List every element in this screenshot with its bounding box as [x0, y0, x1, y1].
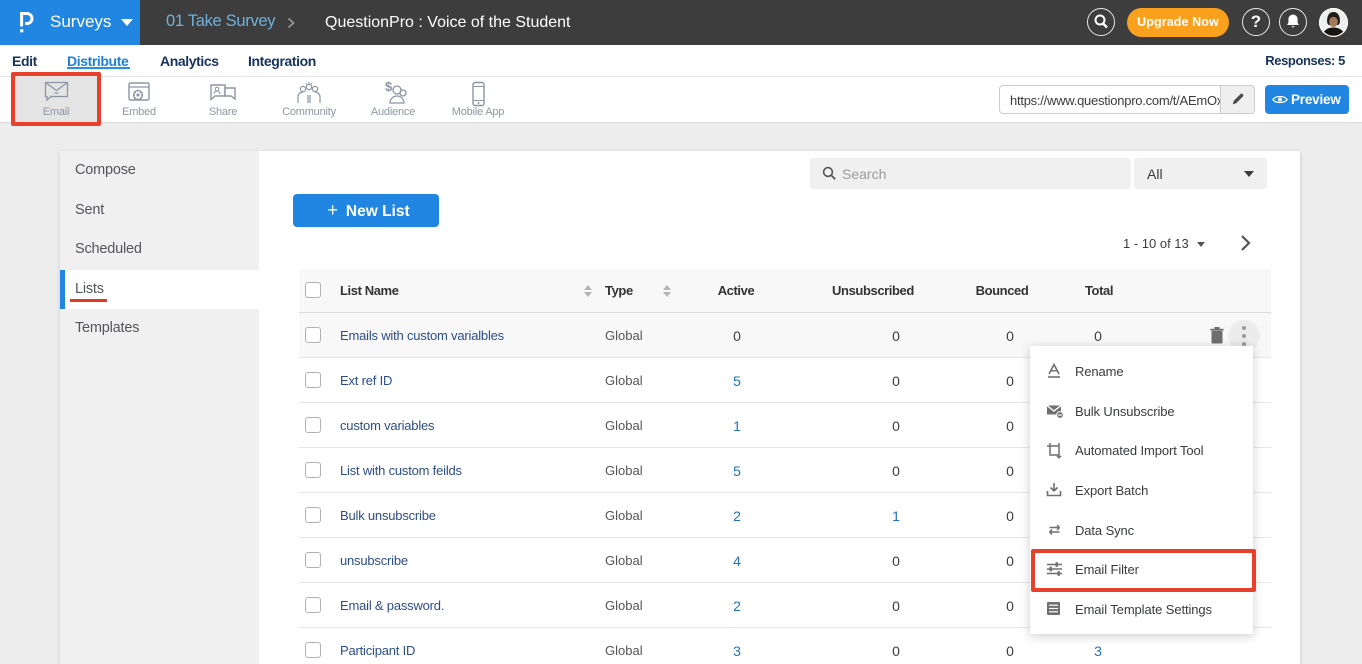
svg-text:$: $ — [385, 81, 393, 94]
